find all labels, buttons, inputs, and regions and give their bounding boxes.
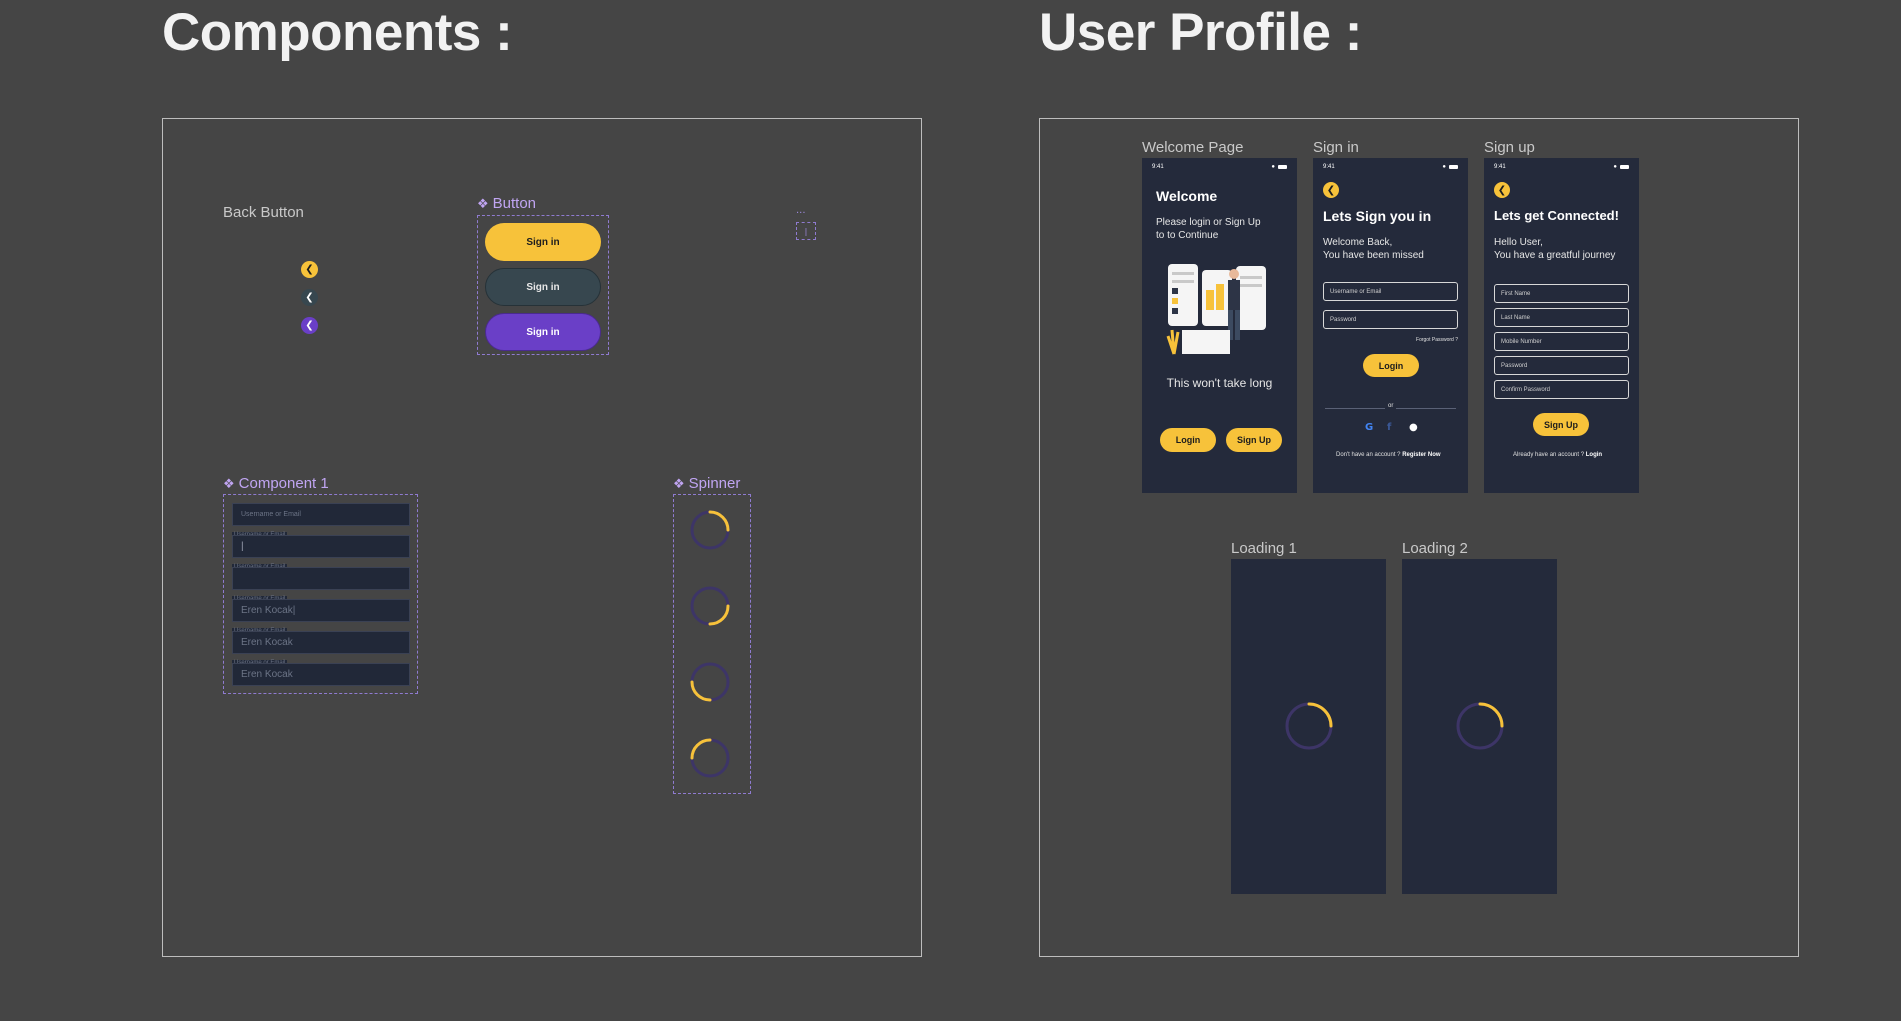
no-account-text: Don't have an account ? Register Now [1336,452,1441,458]
register-now-link[interactable]: Register Now [1402,452,1440,458]
facebook-icon[interactable]: f [1387,422,1391,433]
welcome-screen: 9:41 ● Welcome Please login or Sign Up t… [1142,158,1297,493]
input-states-frame: Username or Email Username or Email | Us… [223,494,418,694]
sign-up-subtitle-2: You have a greatful journey [1494,250,1616,261]
forgot-password-link[interactable]: Forgot Password ? [1416,337,1458,343]
welcome-subtitle-1: Please login or Sign Up [1156,217,1261,228]
username-field[interactable]: Username or Email [1323,282,1458,301]
mobile-number-field[interactable]: Mobile Number [1494,332,1629,351]
welcome-illustration [1166,264,1266,355]
loading-spinner [1285,702,1333,750]
input-state-typing[interactable]: Eren Kocak| [232,599,410,622]
user-profile-title: User Profile : [1039,3,1362,62]
spinner-frame-2 [690,586,730,626]
sign-in-subtitle-1: Welcome Back, [1323,237,1393,248]
sign-up-screen-label: Sign up [1484,139,1535,156]
cursor-marker: | [796,222,816,240]
ellipsis-marker: ... [796,205,806,216]
sign-in-title: Lets Sign you in [1323,208,1432,224]
chevron-left-icon: ❮ [305,292,314,303]
welcome-page-label: Welcome Page [1142,139,1244,156]
signal-icon: ● [1442,164,1446,170]
status-bar: 9:41 ● [1323,162,1458,172]
welcome-login-button[interactable]: Login [1160,428,1216,452]
password-field[interactable]: Password [1494,356,1629,375]
chevron-left-icon: ❮ [1326,184,1336,196]
back-button-purple[interactable]: ❮ [301,317,318,334]
battery-icon [1449,165,1458,169]
sign-up-title: Lets get Connected! [1494,208,1619,223]
signal-icon: ● [1613,164,1617,170]
sign-in-button-gray[interactable]: Sign in [485,268,601,306]
back-button-yellow[interactable]: ❮ [301,261,318,278]
component-1-label: ❖ Component 1 [223,475,329,492]
input-state-focused[interactable]: | [232,535,410,558]
sign-in-subtitle-2: You have been missed [1323,250,1424,261]
button-component-label: ❖ Button [477,195,537,212]
back-button-label: Back Button [223,204,304,221]
sign-in-button-purple[interactable]: Sign in [485,313,601,351]
chevron-left-icon: ❮ [1497,184,1507,196]
sign-in-screen-label: Sign in [1313,139,1359,156]
components-title: Components : [162,3,513,62]
components-board: Back Button ❮ ❮ ❮ ❖ Button Sign in Sign … [162,118,922,957]
input-state-filled[interactable]: Eren Kocak [232,631,410,654]
welcome-title: Welcome [1156,188,1218,204]
or-text: or [1385,403,1397,409]
input-state-empty[interactable]: Username or Email [232,503,410,526]
sign-up-screen: 9:41 ● ❮ Lets get Connected! Hello User,… [1484,158,1639,493]
login-button[interactable]: Login [1363,354,1419,377]
password-field[interactable]: Password [1323,310,1458,329]
component-diamond-icon: ❖ [477,195,489,211]
chevron-left-icon: ❮ [305,320,314,331]
last-name-field[interactable]: Last Name [1494,308,1629,327]
have-account-text: Already have an account ? Login [1513,452,1603,458]
spinner-frame-3 [690,662,730,702]
button-variants-frame: Sign in Sign in Sign in [477,215,609,355]
chevron-left-icon: ❮ [305,264,314,275]
back-button[interactable]: ❮ [1323,182,1339,198]
spinner-label: ❖ Spinner [673,475,741,492]
component-diamond-icon: ❖ [223,475,235,491]
back-button[interactable]: ❮ [1494,182,1510,198]
loading-2-screen [1402,559,1557,894]
battery-icon [1278,165,1287,169]
sign-up-subtitle-1: Hello User, [1494,237,1543,248]
google-icon[interactable]: G [1365,422,1373,433]
input-state-disabled[interactable]: Eren Kocak [232,663,410,686]
spinner-frame-1 [690,510,730,550]
sign-in-button-yellow[interactable]: Sign in [485,223,601,261]
sign-up-button[interactable]: Sign Up [1533,413,1589,436]
apple-icon[interactable]: ● [1409,422,1418,433]
back-button-gray[interactable]: ❮ [301,289,318,306]
loading-1-label: Loading 1 [1231,540,1297,557]
user-profile-board: Welcome Page Sign in Sign up 9:41 ● Welc… [1039,118,1799,957]
confirm-password-field[interactable]: Confirm Password [1494,380,1629,399]
input-state-labeled[interactable] [232,567,410,590]
loading-spinner [1456,702,1504,750]
loading-2-label: Loading 2 [1402,540,1468,557]
first-name-field[interactable]: First Name [1494,284,1629,303]
loading-1-screen [1231,559,1386,894]
welcome-subtitle-2: to to Continue [1156,230,1219,241]
status-bar: 9:41 ● [1152,162,1287,172]
sign-in-screen: 9:41 ● ❮ Lets Sign you in Welcome Back, … [1313,158,1468,493]
spinner-variants-frame [673,494,751,794]
status-bar: 9:41 ● [1494,162,1629,172]
signal-icon: ● [1271,164,1275,170]
welcome-signup-button[interactable]: Sign Up [1226,428,1282,452]
login-link[interactable]: Login [1586,452,1602,458]
battery-icon [1620,165,1629,169]
component-diamond-icon: ❖ [673,475,685,491]
spinner-frame-4 [690,738,730,778]
welcome-tagline: This won't take long [1166,376,1273,390]
